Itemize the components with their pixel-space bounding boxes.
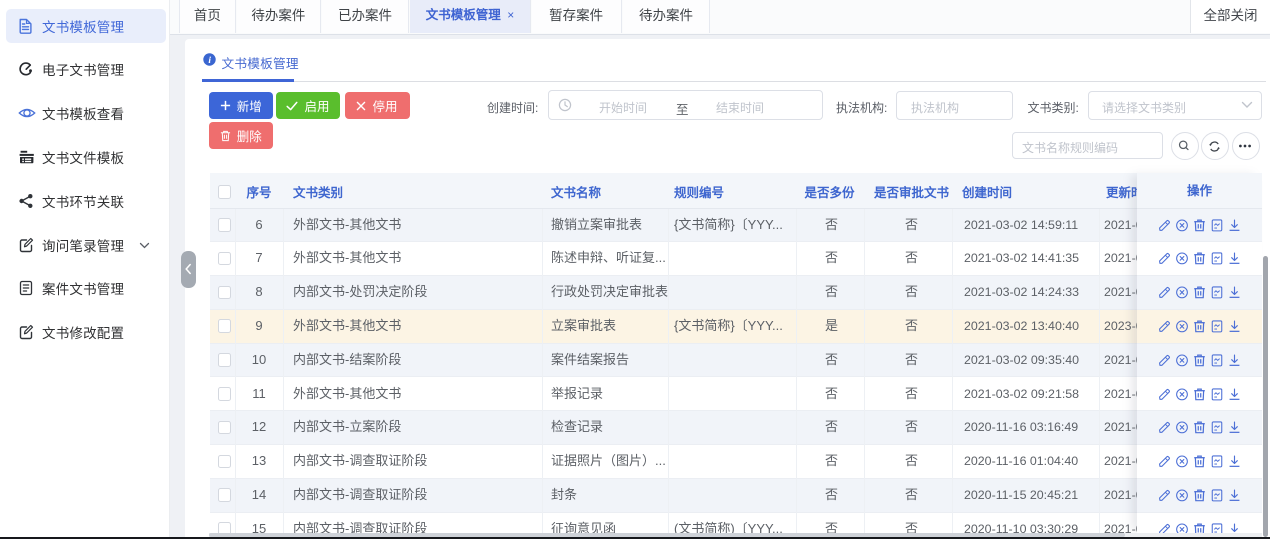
svg-text:i: i <box>208 56 211 66</box>
